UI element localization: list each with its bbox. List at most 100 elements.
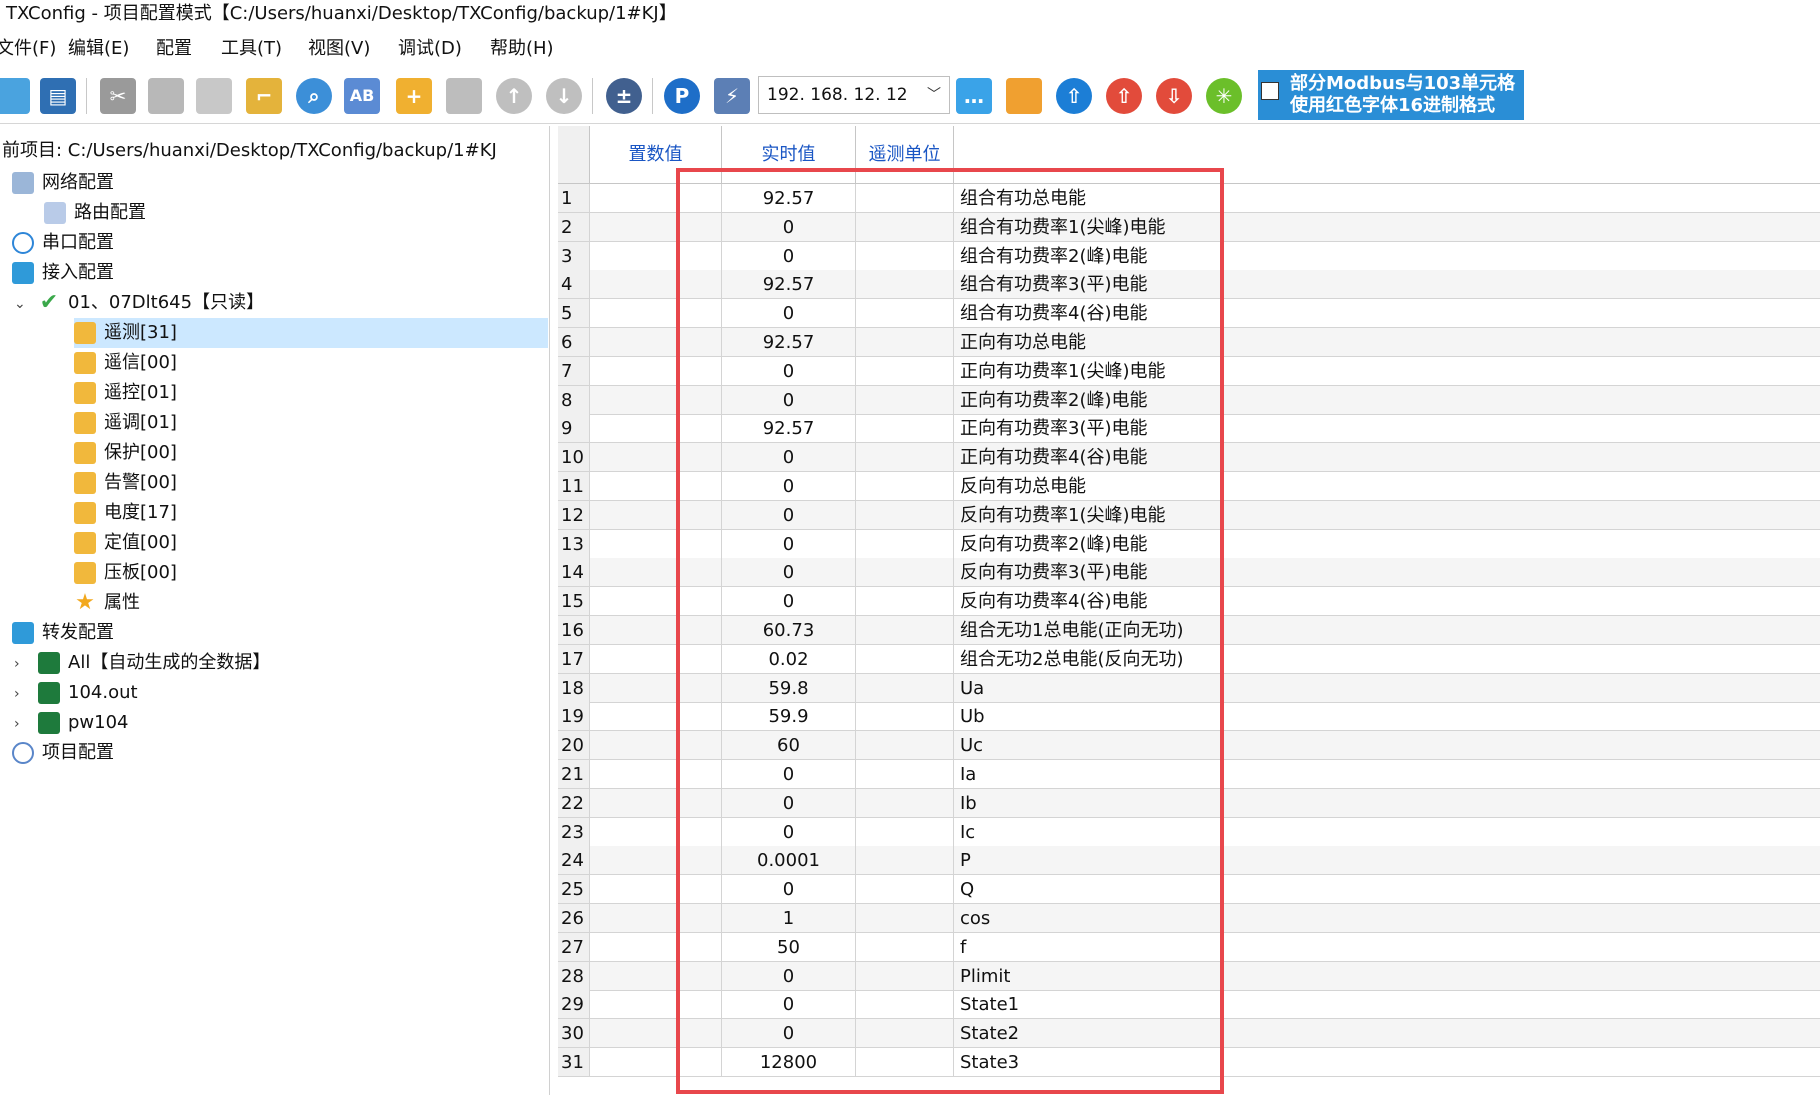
tree-access-config[interactable]: 接入配置	[12, 258, 542, 288]
table-row[interactable]: 12 0 反向有功费率1(尖峰)电能	[558, 500, 1820, 530]
tree-alarm[interactable]: 告警[00]	[74, 468, 548, 498]
point-name-cell[interactable]: 组合有功费率4(谷)电能	[954, 299, 1820, 329]
set-value-cell[interactable]	[590, 385, 722, 415]
realtime-value-cell[interactable]: 0	[722, 299, 856, 329]
message-icon[interactable]: …	[956, 78, 992, 114]
tree-protection[interactable]: 保护[00]	[74, 438, 548, 468]
unit-cell[interactable]	[856, 184, 954, 213]
menu-debug[interactable]: 调试(D)	[398, 34, 462, 64]
unit-cell[interactable]	[856, 875, 954, 905]
realtime-value-cell[interactable]: 0	[722, 1019, 856, 1049]
unit-cell[interactable]	[856, 385, 954, 415]
point-name-cell[interactable]: Q	[954, 875, 1820, 905]
table-row[interactable]: 28 0 Plimit	[558, 961, 1820, 991]
move-down-icon[interactable]: ↓	[546, 78, 582, 114]
set-value-cell[interactable]	[590, 990, 722, 1020]
point-name-cell[interactable]: f	[954, 933, 1820, 962]
tree-teleadjust[interactable]: 遥调[01]	[74, 408, 548, 438]
tree-forward-config[interactable]: 转发配置	[12, 618, 542, 648]
realtime-value-cell[interactable]: 0	[722, 443, 856, 473]
unit-cell[interactable]	[856, 788, 954, 818]
set-value-cell[interactable]	[590, 270, 722, 300]
table-row[interactable]: 4 92.57 组合有功费率3(平)电能	[558, 270, 1820, 300]
point-name-cell[interactable]: 反向有功费率4(谷)电能	[954, 587, 1820, 617]
unit-cell[interactable]	[856, 1048, 954, 1077]
set-value-cell[interactable]	[590, 817, 722, 847]
set-value-cell[interactable]	[590, 212, 722, 242]
tree-pressplate[interactable]: 压板[00]	[74, 558, 548, 588]
replace-icon[interactable]: AB	[344, 78, 380, 114]
set-value-cell[interactable]	[590, 788, 722, 818]
menu-view[interactable]: 视图(V)	[308, 34, 370, 64]
p-icon[interactable]: P	[664, 78, 700, 114]
delete-point-icon[interactable]	[446, 78, 482, 114]
set-value-cell[interactable]	[590, 443, 722, 473]
set-value-cell[interactable]	[590, 961, 722, 991]
realtime-value-cell[interactable]: 0	[722, 500, 856, 530]
set-value-cell[interactable]	[590, 673, 722, 703]
unit-cell[interactable]	[856, 1019, 954, 1049]
col-header-realtime-value[interactable]: 实时值	[722, 126, 856, 184]
table-row[interactable]: 24 0.0001 P	[558, 846, 1820, 876]
unit-cell[interactable]	[856, 500, 954, 530]
table-row[interactable]: 16 60.73 组合无功1总电能(正向无功)	[558, 616, 1820, 645]
unit-cell[interactable]	[856, 587, 954, 617]
unit-cell[interactable]	[856, 731, 954, 761]
tree-route-config[interactable]: 路由配置	[44, 198, 542, 228]
connect-icon[interactable]: ⚡	[714, 78, 750, 114]
table-row[interactable]: 27 50 f	[558, 932, 1820, 962]
realtime-value-cell[interactable]: 0	[722, 817, 856, 847]
unit-cell[interactable]	[856, 990, 954, 1020]
unit-cell[interactable]	[856, 529, 954, 559]
point-name-cell[interactable]: Ub	[954, 702, 1820, 732]
set-value-cell[interactable]	[590, 616, 722, 645]
tools-icon[interactable]	[1006, 78, 1042, 114]
unit-cell[interactable]	[856, 702, 954, 732]
table-row[interactable]: 17 0.02 组合无功2总电能(反向无功)	[558, 644, 1820, 674]
realtime-value-cell[interactable]: 59.8	[722, 673, 856, 703]
chevron-right-icon[interactable]: ›	[14, 709, 28, 739]
set-value-cell[interactable]	[590, 529, 722, 559]
realtime-value-cell[interactable]: 0	[722, 385, 856, 415]
realtime-value-cell[interactable]: 0	[722, 212, 856, 242]
point-name-cell[interactable]: State3	[954, 1048, 1820, 1077]
unit-cell[interactable]	[856, 760, 954, 789]
table-row[interactable]: 9 92.57 正向有功费率3(平)电能	[558, 414, 1820, 444]
set-value-cell[interactable]	[590, 1019, 722, 1049]
realtime-value-cell[interactable]: 0	[722, 875, 856, 905]
tree-properties[interactable]: ★ 属性	[74, 588, 548, 618]
realtime-value-cell[interactable]: 0.0001	[722, 846, 856, 876]
menu-config[interactable]: 配置	[156, 34, 192, 64]
point-name-cell[interactable]: 组合无功1总电能(正向无功)	[954, 616, 1820, 645]
point-name-cell[interactable]: Ic	[954, 818, 1820, 847]
unit-cell[interactable]	[856, 299, 954, 329]
set-value-cell[interactable]	[590, 414, 722, 444]
point-name-cell[interactable]: 反向有功费率1(尖峰)电能	[954, 500, 1820, 530]
menu-tools[interactable]: 工具(T)	[221, 34, 282, 64]
unit-cell[interactable]	[856, 673, 954, 703]
download-red-icon[interactable]: ⇩	[1156, 78, 1192, 114]
point-name-cell[interactable]: cos	[954, 904, 1820, 933]
tree-device-07dlt645[interactable]: ⌄ ✔ 01、07Dlt645【只读】	[14, 288, 542, 318]
tree-serial-config[interactable]: 串口配置	[12, 228, 542, 258]
point-name-cell[interactable]: 正向有功费率2(峰)电能	[954, 385, 1820, 415]
unit-cell[interactable]	[856, 932, 954, 962]
point-name-cell[interactable]: 组合有功费率3(平)电能	[954, 270, 1820, 300]
set-value-cell[interactable]	[590, 932, 722, 962]
table-row[interactable]: 26 1 cos	[558, 904, 1820, 933]
table-row[interactable]: 1 92.57 组合有功总电能	[558, 184, 1820, 213]
point-name-cell[interactable]: State2	[954, 1019, 1820, 1049]
table-row[interactable]: 30 0 State2	[558, 1019, 1820, 1049]
realtime-value-cell[interactable]: 0.02	[722, 644, 856, 674]
unit-cell[interactable]	[856, 846, 954, 876]
realtime-value-cell[interactable]: 0	[722, 529, 856, 559]
table-row[interactable]: 25 0 Q	[558, 875, 1820, 905]
table-row[interactable]: 13 0 反向有功费率2(峰)电能	[558, 529, 1820, 559]
point-name-cell[interactable]: 组合有功总电能	[954, 184, 1820, 213]
point-name-cell[interactable]: Ib	[954, 788, 1820, 818]
set-value-cell[interactable]	[590, 875, 722, 905]
table-row[interactable]: 6 92.57 正向有功总电能	[558, 328, 1820, 357]
point-name-cell[interactable]: 组合有功费率1(尖峰)电能	[954, 212, 1820, 242]
new-icon[interactable]	[0, 78, 30, 114]
realtime-value-cell[interactable]: 92.57	[722, 414, 856, 444]
